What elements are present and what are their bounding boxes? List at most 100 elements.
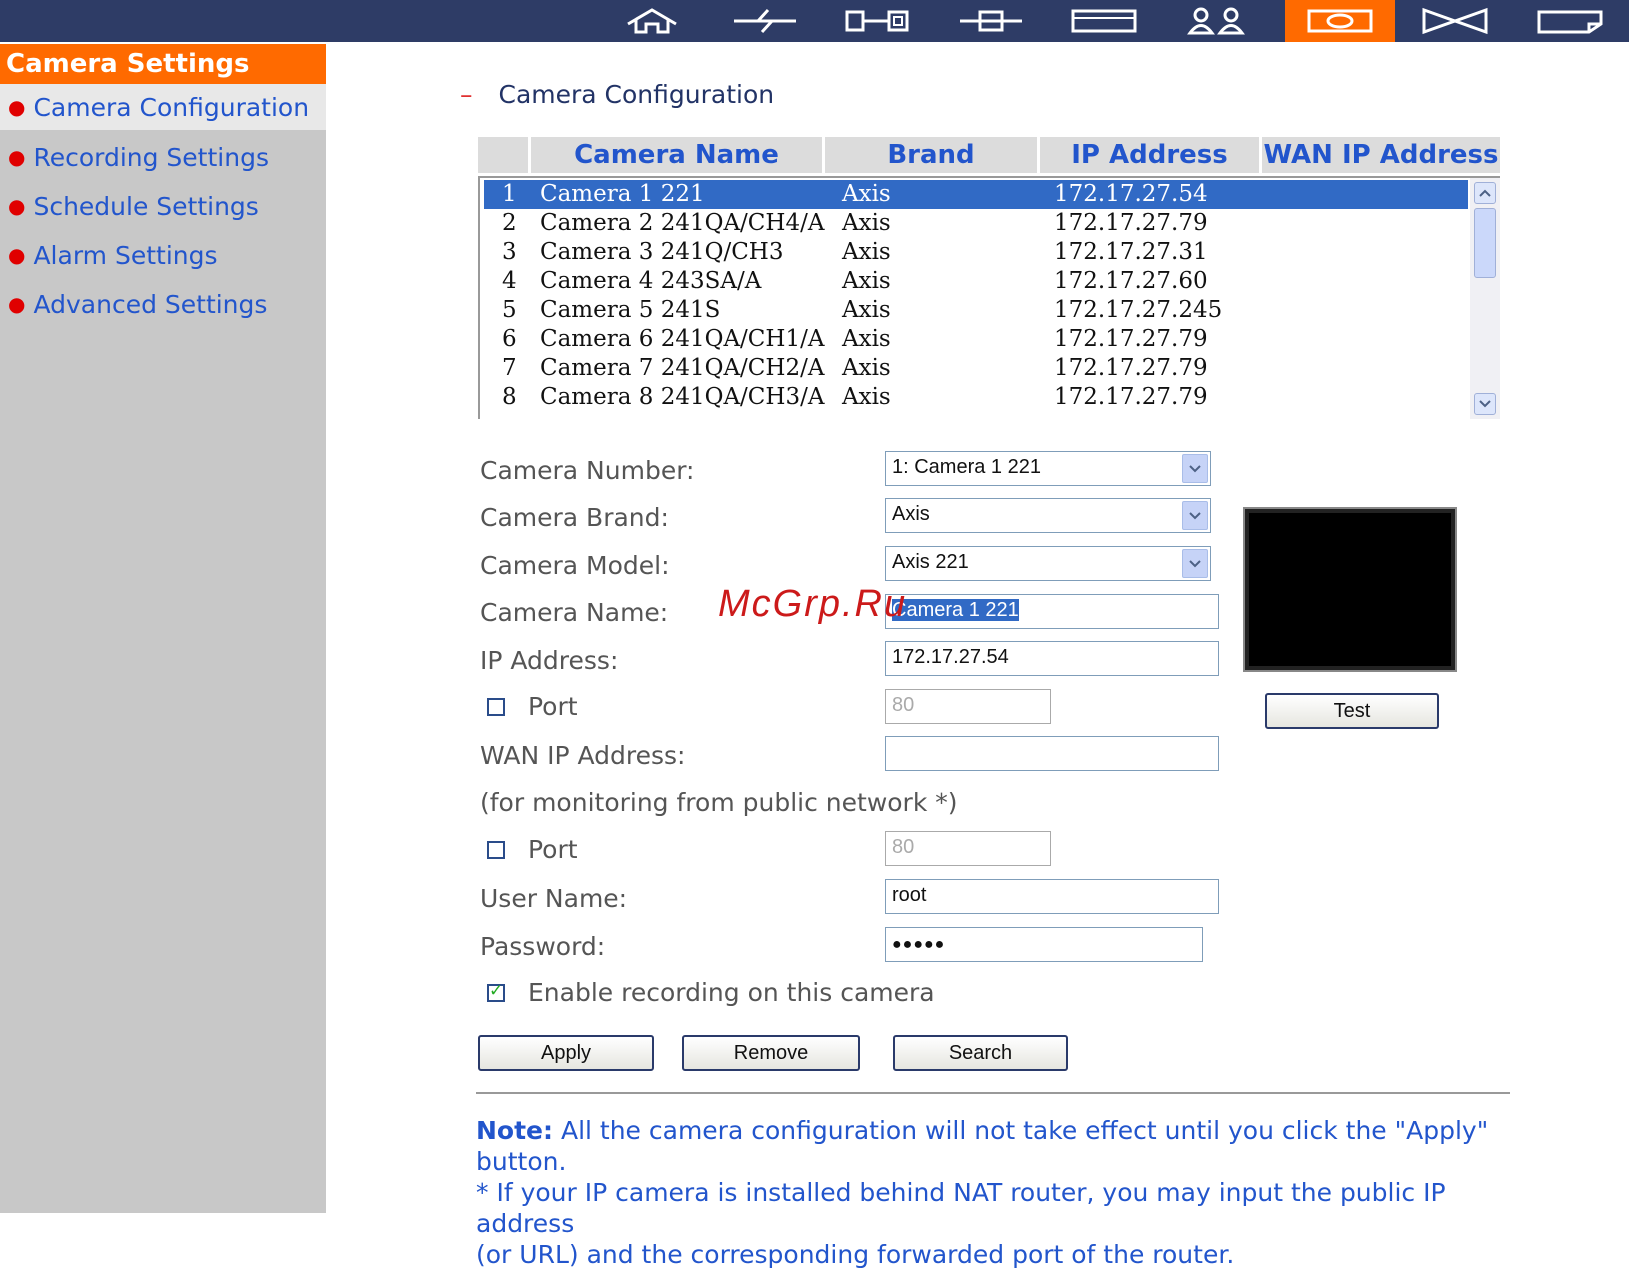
device-icon[interactable] bbox=[823, 0, 933, 42]
sidebar-item-label: Advanced Settings bbox=[33, 290, 268, 319]
user-name-label: User Name: bbox=[480, 884, 628, 913]
row-camera-name: Camera 3 241Q/CH3 bbox=[540, 239, 784, 265]
camera-list[interactable]: 1 Camera 1 221 Axis 172.17.27.54 2 Camer… bbox=[478, 176, 1500, 419]
table-row[interactable]: 2 Camera 2 241QA/CH4/A Axis 172.17.27.79 bbox=[484, 209, 1468, 238]
table-row[interactable]: 3 Camera 3 241Q/CH3 Axis 172.17.27.31 bbox=[484, 238, 1468, 267]
sidebar-item-label: Schedule Settings bbox=[33, 192, 259, 221]
table-row[interactable]: 8 Camera 8 241QA/CH3/A Axis 172.17.27.79 bbox=[484, 383, 1468, 412]
wan-port-input[interactable]: 80 bbox=[885, 831, 1051, 866]
window-icon[interactable] bbox=[1049, 0, 1159, 42]
wan-port-label: Port bbox=[528, 835, 578, 864]
scroll-down-icon[interactable] bbox=[1474, 393, 1496, 415]
row-brand: Axis bbox=[842, 326, 891, 352]
monitor-icon[interactable] bbox=[1515, 0, 1625, 42]
row-ip: 172.17.27.79 bbox=[1054, 210, 1208, 236]
wan-port-value: 80 bbox=[892, 836, 915, 858]
row-brand: Axis bbox=[842, 355, 891, 381]
password-input[interactable]: ●●●●● bbox=[885, 927, 1203, 962]
table-row[interactable]: 5 Camera 5 241S Axis 172.17.27.245 bbox=[484, 296, 1468, 325]
row-number: 6 bbox=[502, 326, 517, 352]
chevron-down-icon[interactable] bbox=[1182, 454, 1208, 483]
sidebar-item-label: Alarm Settings bbox=[33, 241, 218, 270]
port-value: 80 bbox=[892, 694, 915, 716]
user-name-input[interactable]: root bbox=[885, 879, 1219, 914]
plugin-icon[interactable] bbox=[936, 0, 1046, 42]
table-row[interactable]: 1 Camera 1 221 Axis 172.17.27.54 bbox=[484, 180, 1468, 209]
search-button[interactable]: Search bbox=[893, 1035, 1068, 1071]
camera-brand-select[interactable]: Axis bbox=[885, 498, 1211, 533]
sidebar-item-recording-settings[interactable]: ● Recording Settings bbox=[0, 134, 326, 180]
wan-ip-input[interactable] bbox=[885, 736, 1219, 771]
section-title-text: Camera Configuration bbox=[498, 80, 775, 109]
sidebar-item-alarm-settings[interactable]: ● Alarm Settings bbox=[0, 232, 326, 278]
hourglass-icon[interactable] bbox=[1400, 0, 1510, 42]
scroll-up-icon[interactable] bbox=[1474, 182, 1496, 204]
port-label: Port bbox=[528, 692, 578, 721]
col-header-wan-ip[interactable]: WAN IP Address bbox=[1262, 137, 1500, 173]
chevron-down-icon[interactable] bbox=[1182, 501, 1208, 530]
camera-model-label: Camera Model: bbox=[480, 551, 670, 580]
sidebar-item-camera-configuration[interactable]: ● Camera Configuration bbox=[0, 84, 326, 130]
note-line1-text: All the camera configuration will not ta… bbox=[476, 1116, 1489, 1176]
wan-port-checkbox[interactable] bbox=[487, 841, 505, 859]
camera-name-input[interactable]: Camera 1 221 bbox=[885, 594, 1219, 629]
network-icon[interactable] bbox=[710, 0, 820, 42]
sidebar: Camera Settings ● Camera Configuration ● R… bbox=[0, 44, 326, 1213]
port-input[interactable]: 80 bbox=[885, 689, 1051, 724]
row-camera-name: Camera 2 241QA/CH4/A bbox=[540, 210, 825, 236]
camera-name-label: Camera Name: bbox=[480, 598, 669, 627]
camera-icon[interactable] bbox=[1285, 0, 1395, 42]
scroll-thumb[interactable] bbox=[1474, 208, 1496, 278]
row-camera-name: Camera 8 241QA/CH3/A bbox=[540, 384, 825, 410]
sidebar-item-schedule-settings[interactable]: ● Schedule Settings bbox=[0, 183, 326, 229]
row-number: 5 bbox=[502, 297, 517, 323]
collapse-dash-icon[interactable]: – bbox=[460, 80, 473, 109]
row-number: 4 bbox=[502, 268, 517, 294]
port-checkbox[interactable] bbox=[487, 698, 505, 716]
row-brand: Axis bbox=[842, 297, 891, 323]
ip-address-input[interactable]: 172.17.27.54 bbox=[885, 641, 1219, 676]
users-icon[interactable] bbox=[1162, 0, 1272, 42]
camera-table-header: Camera Name Brand IP Address WAN IP Addr… bbox=[478, 137, 1500, 173]
col-header-number bbox=[478, 137, 531, 173]
row-camera-name: Camera 5 241S bbox=[540, 297, 721, 323]
password-value: ●●●●● bbox=[892, 936, 946, 953]
home-icon[interactable] bbox=[597, 0, 707, 42]
sidebar-item-advanced-settings[interactable]: ● Advanced Settings bbox=[0, 281, 326, 327]
chevron-down-icon[interactable] bbox=[1182, 549, 1208, 578]
camera-brand-value: Axis bbox=[892, 503, 930, 525]
bullet-icon: ● bbox=[8, 243, 26, 267]
note-line-1: Note: All the camera configuration will … bbox=[476, 1115, 1536, 1177]
col-header-ip-address[interactable]: IP Address bbox=[1040, 137, 1262, 173]
table-row[interactable]: 7 Camera 7 241QA/CH2/A Axis 172.17.27.79 bbox=[484, 354, 1468, 383]
ip-address-label: IP Address: bbox=[480, 646, 619, 675]
test-button[interactable]: Test bbox=[1265, 693, 1439, 729]
bullet-icon: ● bbox=[8, 292, 26, 316]
row-ip: 172.17.27.31 bbox=[1054, 239, 1208, 265]
row-number: 2 bbox=[502, 210, 517, 236]
row-camera-name: Camera 7 241QA/CH2/A bbox=[540, 355, 825, 381]
camera-brand-label: Camera Brand: bbox=[480, 503, 669, 532]
note-line-3: (or URL) and the corresponding forwarded… bbox=[476, 1240, 1235, 1269]
remove-button[interactable]: Remove bbox=[682, 1035, 860, 1071]
row-ip: 172.17.27.79 bbox=[1054, 384, 1208, 410]
row-camera-name: Camera 6 241QA/CH1/A bbox=[540, 326, 825, 352]
note-line-2: * If your IP camera is installed behind … bbox=[476, 1178, 1446, 1238]
divider bbox=[476, 1092, 1510, 1094]
bullet-icon: ● bbox=[8, 194, 26, 218]
row-ip: 172.17.27.79 bbox=[1054, 355, 1208, 381]
row-camera-name: Camera 1 221 bbox=[540, 181, 705, 207]
col-header-brand[interactable]: Brand bbox=[825, 137, 1040, 173]
table-row[interactable]: 4 Camera 4 243SA/A Axis 172.17.27.60 bbox=[484, 267, 1468, 296]
row-brand: Axis bbox=[842, 239, 891, 265]
camera-number-select[interactable]: 1: Camera 1 221 bbox=[885, 451, 1211, 486]
password-label: Password: bbox=[480, 932, 606, 961]
apply-button[interactable]: Apply bbox=[478, 1035, 654, 1071]
enable-recording-checkbox[interactable] bbox=[487, 981, 505, 1002]
col-header-camera-name[interactable]: Camera Name bbox=[531, 137, 825, 173]
row-brand: Axis bbox=[842, 181, 891, 207]
row-ip: 172.17.27.79 bbox=[1054, 326, 1208, 352]
list-scrollbar[interactable] bbox=[1470, 178, 1500, 419]
table-row[interactable]: 6 Camera 6 241QA/CH1/A Axis 172.17.27.79 bbox=[484, 325, 1468, 354]
camera-model-select[interactable]: Axis 221 bbox=[885, 546, 1211, 581]
